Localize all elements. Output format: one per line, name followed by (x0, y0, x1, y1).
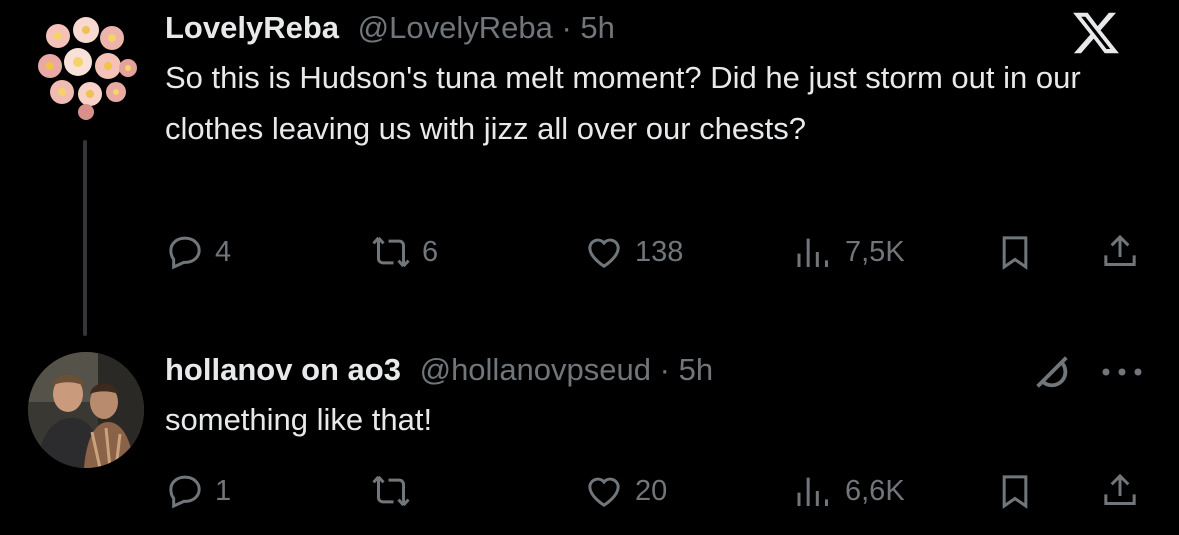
share-button[interactable] (1100, 227, 1140, 277)
bookmark-button[interactable] (995, 466, 1035, 516)
bookmark-icon (995, 471, 1035, 511)
views-icon (793, 232, 835, 272)
timestamp[interactable]: 5h (679, 352, 713, 387)
views-icon (793, 471, 835, 511)
repost-count: 6 (422, 235, 439, 268)
heart-icon (583, 232, 625, 272)
share-icon (1100, 471, 1140, 511)
like-count: 138 (635, 235, 684, 268)
repost-icon (370, 471, 412, 511)
views-count: 7,5K (845, 235, 905, 268)
views-button[interactable]: 7,5K (793, 227, 905, 277)
avatar[interactable] (28, 8, 144, 124)
share-button[interactable] (1100, 466, 1140, 516)
action-bar: 4 6 138 7,5K (165, 227, 1155, 277)
share-icon (1100, 232, 1140, 272)
separator: · (651, 352, 679, 387)
handle[interactable]: @hollanovpseud (420, 352, 651, 387)
views-button[interactable]: 6,6K (793, 466, 905, 516)
bookmark-button[interactable] (995, 227, 1035, 277)
like-button[interactable]: 20 (583, 466, 667, 516)
repost-button[interactable]: 6 (370, 227, 438, 277)
separator: · (552, 10, 581, 45)
tweet-text: So this is Hudson's tuna melt moment? Di… (165, 60, 1081, 146)
like-button[interactable]: 138 (583, 227, 683, 277)
reply-count: 4 (215, 235, 232, 268)
more-options-icon[interactable] (1098, 362, 1146, 387)
timestamp[interactable]: 5h (580, 10, 614, 45)
handle[interactable]: @LovelyReba (358, 10, 553, 45)
repost-icon (370, 232, 412, 272)
reply-icon (165, 232, 205, 272)
like-count: 20 (635, 474, 668, 507)
reply-count: 1 (215, 474, 232, 507)
tweet-text: something like that! (165, 402, 433, 437)
bookmark-icon (995, 232, 1035, 272)
repost-button[interactable] (370, 466, 422, 516)
tweet-header: hollanov on ao3 @hollanovpseud · 5h (165, 350, 1139, 390)
reply-button[interactable]: 1 (165, 466, 231, 516)
views-count: 6,6K (845, 474, 905, 507)
display-name[interactable]: hollanov on ao3 (165, 352, 401, 387)
grok-icon[interactable] (1028, 350, 1074, 401)
display-name[interactable]: LovelyReba (165, 10, 339, 45)
tweet[interactable]: LovelyReba @LovelyReba · 5h So this is H… (0, 0, 1179, 300)
reply-button[interactable]: 4 (165, 227, 231, 277)
avatar[interactable] (28, 352, 144, 468)
heart-icon (583, 471, 625, 511)
tweet[interactable]: hollanov on ao3 @hollanovpseud · 5h some… (0, 340, 1179, 535)
tweet-header: LovelyReba @LovelyReba · 5h (165, 8, 1139, 48)
action-bar: 1 20 6,6K (165, 466, 1155, 516)
reply-icon (165, 471, 205, 511)
